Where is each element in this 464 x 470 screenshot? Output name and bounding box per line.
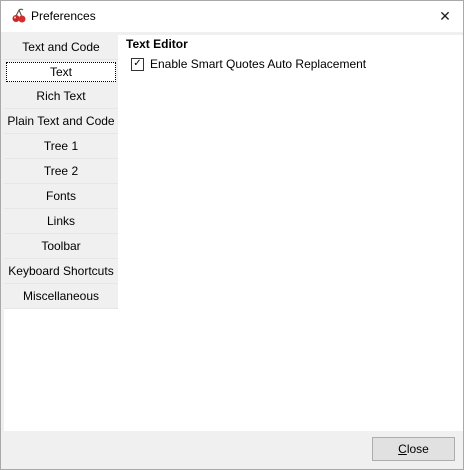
preferences-window: Preferences ✕ Text and Code Text Rich Te…	[0, 0, 464, 470]
close-icon: ✕	[439, 7, 451, 24]
sidebar-item-plain-text-and-code[interactable]: Plain Text and Code	[4, 109, 118, 134]
preferences-content-panel: Text Editor ✓ Enable Smart Quotes Auto R…	[118, 35, 463, 431]
sidebar-item-rich-text[interactable]: Rich Text	[4, 84, 118, 109]
sidebar-empty-area	[4, 309, 118, 431]
sidebar-item-text[interactable]: Text	[6, 62, 116, 82]
title-bar: Preferences ✕	[1, 1, 463, 32]
checkmark-icon: ✓	[133, 58, 142, 69]
close-button-label: lose	[406, 442, 429, 456]
window-close-button[interactable]: ✕	[433, 5, 457, 27]
close-button-mnemonic: C	[398, 442, 407, 456]
sidebar-item-links[interactable]: Links	[4, 209, 118, 234]
sidebar-item-tree-1[interactable]: Tree 1	[4, 134, 118, 159]
dialog-footer: Close	[1, 431, 463, 469]
sidebar-item-text-and-code[interactable]: Text and Code	[4, 35, 118, 60]
smart-quotes-option[interactable]: ✓ Enable Smart Quotes Auto Replacement	[131, 57, 366, 71]
preferences-sidebar: Text and Code Text Rich Text Plain Text …	[4, 35, 118, 309]
cherry-icon	[12, 8, 26, 23]
sidebar-item-fonts[interactable]: Fonts	[4, 184, 118, 209]
sidebar-item-tree-2[interactable]: Tree 2	[4, 159, 118, 184]
smart-quotes-label: Enable Smart Quotes Auto Replacement	[150, 57, 367, 71]
window-title: Preferences	[31, 9, 96, 23]
close-button[interactable]: Close	[372, 437, 455, 461]
sidebar-item-keyboard-shortcuts[interactable]: Keyboard Shortcuts	[4, 259, 118, 284]
sidebar-item-toolbar[interactable]: Toolbar	[4, 234, 118, 259]
section-title: Text Editor	[126, 37, 188, 51]
smart-quotes-checkbox[interactable]: ✓	[131, 57, 144, 71]
sidebar-item-miscellaneous[interactable]: Miscellaneous	[4, 284, 118, 309]
